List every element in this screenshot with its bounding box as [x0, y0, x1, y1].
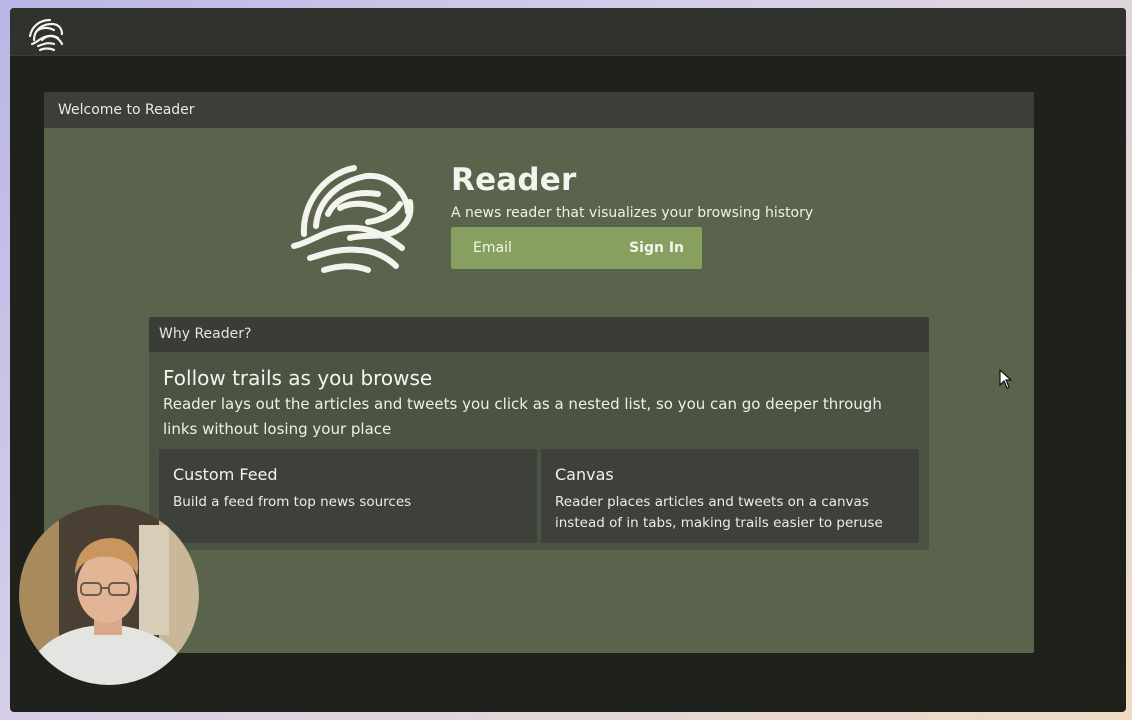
signin-button[interactable]: Sign In	[629, 227, 684, 269]
feature-card-custom-feed: Custom Feed Build a feed from top news s…	[159, 449, 537, 543]
app-subtitle: A news reader that visualizes your brows…	[451, 205, 814, 221]
signin-form: Sign In	[451, 227, 702, 269]
app-title: Reader	[451, 162, 577, 198]
card-description: Reader places articles and tweets on a c…	[555, 494, 883, 531]
top-bar	[10, 8, 1126, 56]
person-image	[19, 505, 199, 685]
email-field[interactable]	[451, 227, 621, 269]
mouse-cursor-icon	[999, 369, 1013, 389]
card-title: Custom Feed	[173, 465, 278, 484]
why-panel: Why Reader? Follow trails as you browse …	[149, 317, 929, 550]
card-title: Canvas	[555, 465, 614, 484]
webcam-overlay	[19, 505, 199, 685]
card-description: Build a feed from top news sources	[173, 494, 412, 510]
brain-logo-icon[interactable]	[24, 14, 68, 52]
why-heading: Follow trails as you browse	[163, 366, 433, 390]
feature-card-canvas: Canvas Reader places articles and tweets…	[541, 449, 919, 543]
welcome-header: Welcome to Reader	[44, 92, 1034, 128]
brain-logo-icon	[291, 165, 414, 273]
why-header: Why Reader?	[149, 317, 929, 352]
why-description: Reader lays out the articles and tweets …	[163, 395, 882, 438]
